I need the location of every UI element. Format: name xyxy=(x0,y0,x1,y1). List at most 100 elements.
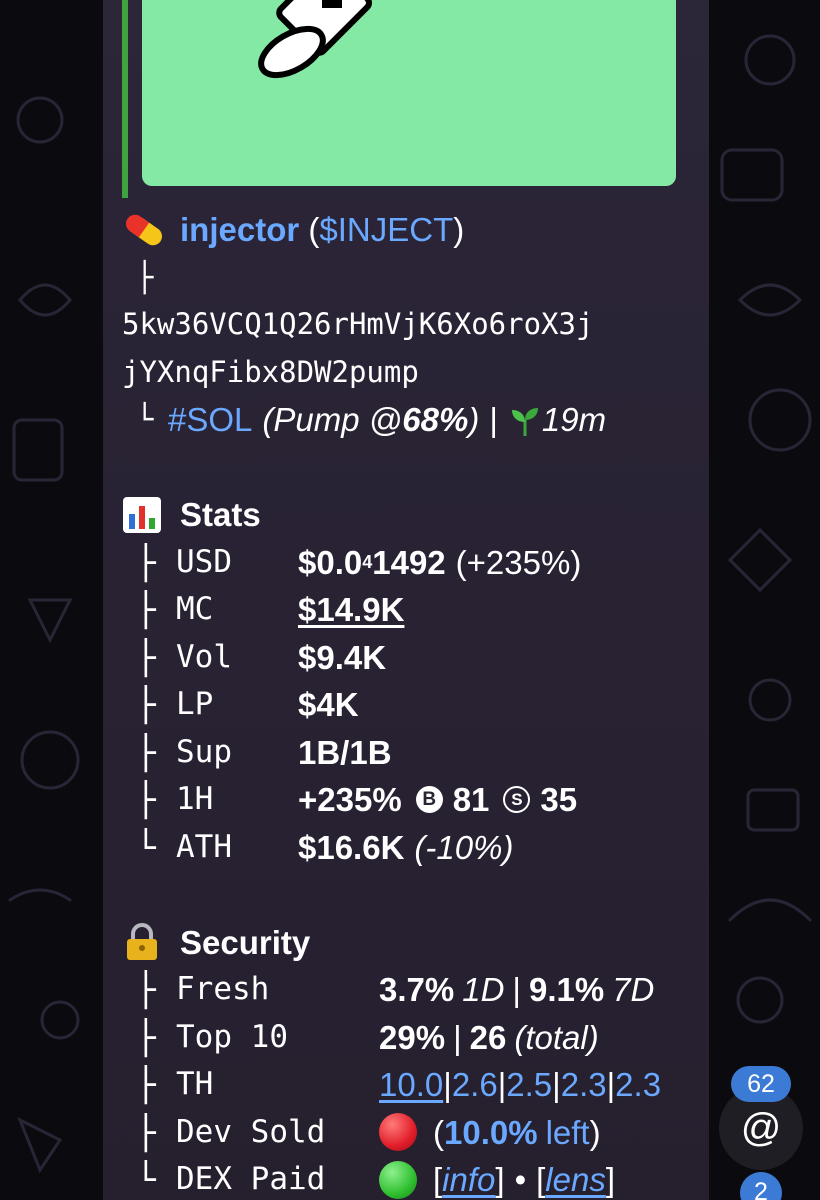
platform-suffix: ) xyxy=(468,401,480,438)
top10-count: 26 xyxy=(469,1018,507,1056)
stats-header: Stats xyxy=(122,491,702,539)
token-title-line: injector ($INJECT) xyxy=(122,206,702,254)
fresh-7d-value: 9.1% xyxy=(528,971,605,1008)
sells-icon: S xyxy=(503,786,531,814)
top10-total-label: (total) xyxy=(514,1018,599,1056)
paren-open: ( xyxy=(433,1113,444,1151)
fresh-7d-label: 7D xyxy=(612,971,655,1008)
stats-key-vol: Vol xyxy=(176,638,232,675)
pill-icon xyxy=(122,211,166,249)
separator: | xyxy=(512,971,521,1008)
separator: | xyxy=(552,1066,561,1103)
separator: | xyxy=(489,401,498,438)
stats-row-sup: ├ Sup 1B/1B xyxy=(122,729,702,777)
separator: | xyxy=(606,1066,616,1103)
info-link[interactable]: info xyxy=(442,1156,495,1200)
usd-price-rest: 1492 xyxy=(372,543,446,581)
bar-chart-icon xyxy=(122,496,166,534)
lock-icon xyxy=(122,923,166,961)
stats-key-mc: MC xyxy=(176,591,214,627)
bracket-close: ] xyxy=(605,1161,616,1198)
contract-address-line-2[interactable]: jYXnqFibx8DW2pump xyxy=(122,349,702,397)
token-age: 19m xyxy=(541,401,607,438)
holder-2-link[interactable]: 2.6 xyxy=(452,1061,498,1109)
seedling-icon xyxy=(508,403,542,437)
hour-change-value: +235% xyxy=(298,781,402,818)
holder-4-link[interactable]: 2.3 xyxy=(561,1061,607,1109)
green-circle-icon xyxy=(379,1160,417,1199)
usd-price-main: $0.0 xyxy=(298,543,363,581)
dev-left-value[interactable]: 10.0% xyxy=(444,1109,538,1157)
tree-branch: ├ xyxy=(136,685,156,724)
stats-row-ath: └ ATH $16.6K (-10%) xyxy=(122,824,702,872)
fresh-1d-label: 1D xyxy=(462,971,505,1008)
dev-left-label[interactable]: left xyxy=(546,1109,590,1157)
ath-change: (-10%) xyxy=(414,828,514,866)
tree-branch: ├ xyxy=(136,732,156,772)
usd-price-zeros: 4 xyxy=(362,551,373,572)
bullet-separator: • xyxy=(514,1161,527,1198)
chain-hashtag[interactable]: #SOL xyxy=(168,396,252,444)
tree-branch-line: ├ xyxy=(122,254,702,302)
holder-5-link[interactable]: 2.3 xyxy=(615,1061,661,1109)
security-key-dev-sold: Dev Sold xyxy=(176,1113,326,1150)
volume-value: $9.4K xyxy=(298,638,387,676)
security-key-dex-paid: DEX Paid xyxy=(176,1161,326,1197)
sells-count: 35 xyxy=(540,781,578,818)
stats-key-1h: 1H xyxy=(176,781,214,817)
ath-value: $16.6K xyxy=(298,828,405,866)
contract-address-line-1[interactable]: 5kw36VCQ1Q26rHmVjK6Xo6roX3j xyxy=(122,301,702,349)
contract-address-part-2[interactable]: jYXnqFibx8DW2pump xyxy=(122,349,419,397)
stats-row-usd: ├ USD $0.0 4 1492 (+235%) xyxy=(122,539,702,587)
buys-count: 81 xyxy=(452,781,490,818)
separator: | xyxy=(443,1066,452,1103)
buys-icon: B xyxy=(415,786,443,814)
at-icon: @ xyxy=(740,1105,782,1150)
market-cap-value[interactable]: $14.9K xyxy=(298,586,404,634)
contract-address-part-1[interactable]: 5kw36VCQ1Q26rHmVjK6Xo6roX3j xyxy=(122,301,593,349)
tree-branch: ├ xyxy=(136,590,156,629)
bracket-open: [ xyxy=(433,1161,443,1198)
security-row-th: ├ TH 10.0 | 2.6 | 2.5 | 2.3 | 2.3 xyxy=(122,1061,702,1109)
security-row-dex-paid: └ DEX Paid [info] • [lens] xyxy=(122,1156,702,1200)
supply-value: 1B/1B xyxy=(298,733,392,771)
bracket-close: ] xyxy=(495,1161,505,1198)
platform-percent: 68% xyxy=(402,401,469,438)
separator: | xyxy=(497,1066,507,1103)
security-header: Security xyxy=(122,919,702,967)
tree-end: └ xyxy=(136,827,156,867)
stats-row-mc: ├ MC $14.9K xyxy=(122,586,702,634)
paren-close: ) xyxy=(589,1113,601,1151)
usd-change: (+235%) xyxy=(455,543,582,581)
tree-branch: ├ xyxy=(136,542,156,582)
stats-key-lp: LP xyxy=(176,686,214,722)
security-key-th: TH xyxy=(176,1066,214,1102)
token-name-link[interactable]: injector xyxy=(180,206,299,254)
bracket-open: [ xyxy=(536,1161,546,1198)
holder-3-link[interactable]: 2.5 xyxy=(506,1061,552,1109)
security-row-top10: ├ Top 10 29% | 26 (total) xyxy=(122,1014,702,1062)
stats-key-usd: USD xyxy=(176,543,232,580)
liquidity-value: $4K xyxy=(298,686,359,723)
tree-branch: ├ xyxy=(136,1065,156,1104)
unread-mentions-badge[interactable]: 62 xyxy=(731,1066,791,1102)
tree-branch: ├ xyxy=(136,1017,156,1057)
holder-1-link[interactable]: 10.0 xyxy=(379,1061,443,1109)
security-key-fresh: Fresh xyxy=(176,971,270,1007)
tree-branch: ├ xyxy=(136,259,154,294)
token-image[interactable] xyxy=(142,0,676,186)
stats-row-vol: ├ Vol $9.4K xyxy=(122,634,702,682)
token-ticker-link[interactable]: $INJECT xyxy=(319,206,453,254)
stats-row-1h: ├ 1H +235% B 81 S 35 xyxy=(122,776,702,824)
tree-branch: ├ xyxy=(136,637,156,677)
stats-row-lp: ├ LP $4K xyxy=(122,681,702,729)
red-circle-icon xyxy=(379,1113,417,1152)
platform-prefix: (Pump @ xyxy=(262,401,403,438)
top10-percent: 29% xyxy=(379,1018,446,1056)
fresh-1d-value: 3.7% xyxy=(379,971,455,1008)
lens-link[interactable]: lens xyxy=(545,1156,606,1200)
tree-branch: ├ xyxy=(136,1112,156,1152)
unread-count-badge[interactable]: 2 xyxy=(740,1172,782,1200)
media-preview[interactable] xyxy=(122,0,682,198)
separator: | xyxy=(453,1018,462,1056)
